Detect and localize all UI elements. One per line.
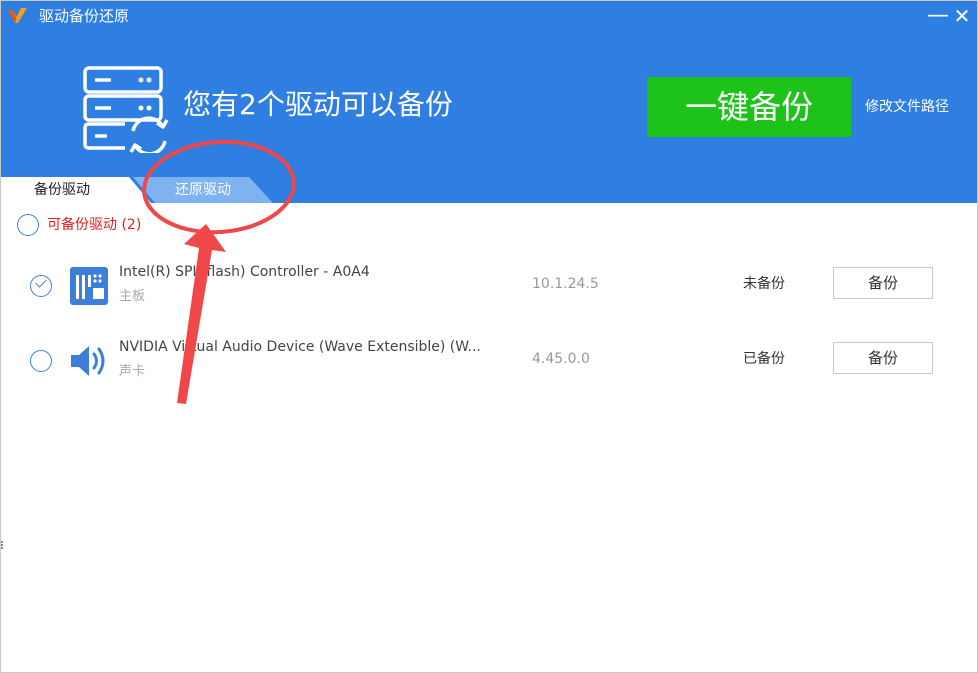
server-backup-icon	[83, 66, 169, 153]
driver-category: 主板	[119, 289, 146, 304]
driver-name: NVIDIA Virtual Audio Device (Wave Extens…	[119, 339, 481, 355]
driver-version: 10.1.24.5	[532, 276, 599, 292]
driver-row: NVIDIA Virtual Audio Device (Wave Extens…	[1, 333, 977, 393]
header-banner: 驱动备份还原 — ✕ 您有2个驱动可以备份 一键备份 修改文件路径 还原驱动 备…	[1, 1, 977, 203]
driver-category: 声卡	[119, 364, 146, 379]
driver-version: 4.45.0.0	[532, 351, 590, 367]
driver-select-radio[interactable]	[30, 350, 52, 372]
tab-backup-label: 备份驱动	[34, 182, 90, 198]
backup-button[interactable]: 备份	[833, 267, 933, 299]
tab-backup-drivers[interactable]: 备份驱动	[1, 177, 151, 203]
window-title: 驱动备份还原	[39, 7, 130, 25]
checkmark-icon	[35, 276, 47, 288]
chip-icon	[70, 267, 108, 305]
one-click-backup-button[interactable]: 一键备份	[647, 77, 851, 137]
driver-status: 已备份	[743, 351, 785, 367]
driver-status: 未备份	[743, 276, 785, 292]
close-button[interactable]: ✕	[952, 5, 972, 27]
minimize-button[interactable]: —	[927, 5, 949, 27]
driver-row: Intel(R) SPI (flash) Controller - A0A4 主…	[1, 258, 977, 318]
window-edge-marker	[1, 541, 3, 549]
speaker-icon	[71, 346, 105, 376]
driver-select-radio[interactable]	[30, 275, 52, 297]
headline-text: 您有2个驱动可以备份	[183, 88, 453, 121]
select-all-radio[interactable]	[17, 214, 39, 236]
tab-restore-label: 还原驱动	[175, 182, 231, 198]
app-window: 驱动备份还原 — ✕ 您有2个驱动可以备份 一键备份 修改文件路径 还原驱动 备…	[0, 0, 978, 673]
backup-button[interactable]: 备份	[833, 342, 933, 374]
driver-name: Intel(R) SPI (flash) Controller - A0A4	[119, 264, 370, 280]
app-logo-icon	[8, 8, 27, 23]
tab-restore-drivers[interactable]: 还原驱动	[133, 177, 273, 203]
group-label: 可备份驱动 (2)	[47, 217, 142, 233]
change-path-link[interactable]: 修改文件路径	[865, 97, 949, 117]
